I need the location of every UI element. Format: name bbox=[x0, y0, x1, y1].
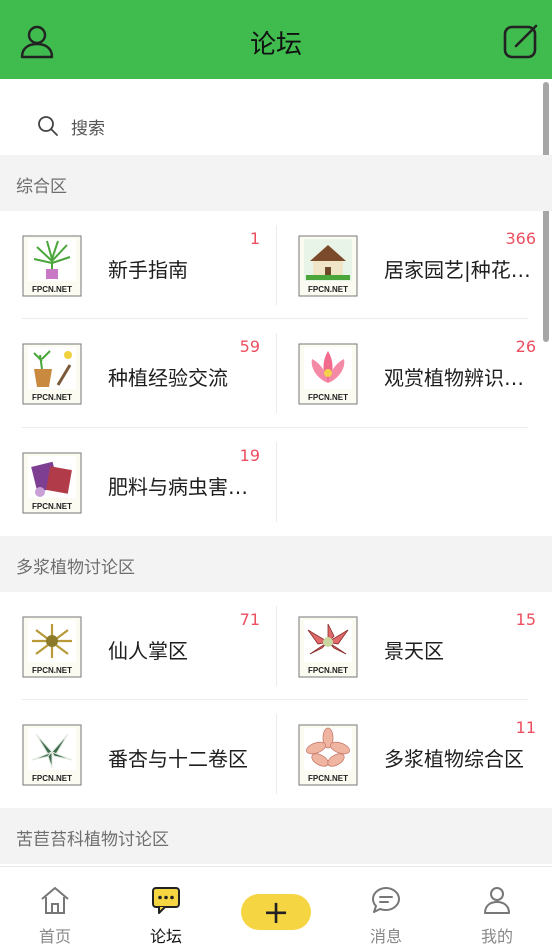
section-title: 多浆植物讨论区 bbox=[16, 558, 135, 578]
section-title: 苦苣苔科植物讨论区 bbox=[16, 830, 169, 850]
forum-thumb: FPCN.NET bbox=[22, 452, 82, 514]
section-header-succulents: 多浆植物讨论区 bbox=[0, 536, 552, 592]
forum-icon bbox=[152, 887, 180, 914]
post-count: 15 bbox=[515, 610, 536, 629]
svg-text:FPCN.NET: FPCN.NET bbox=[308, 393, 348, 402]
section-title: 综合区 bbox=[16, 177, 67, 197]
edit-icon[interactable] bbox=[502, 22, 540, 60]
forum-thumb: FPCN.NET bbox=[22, 616, 82, 678]
tab-label: 消息 bbox=[369, 927, 402, 946]
svg-text:FPCN.NET: FPCN.NET bbox=[32, 666, 72, 675]
post-count: 11 bbox=[515, 718, 536, 737]
forum-item-newbie-guide[interactable]: FPCN.NET 新手指南 1 bbox=[0, 211, 276, 319]
svg-text:FPCN.NET: FPCN.NET bbox=[308, 666, 348, 675]
forum-name: 肥料与病虫害… bbox=[108, 475, 248, 499]
tab-messages[interactable]: 消息 bbox=[346, 867, 426, 951]
post-count: 26 bbox=[515, 337, 536, 356]
tab-label: 我的 bbox=[480, 927, 513, 946]
column-divider bbox=[276, 225, 277, 305]
search-bar[interactable]: 搜索 bbox=[0, 95, 552, 155]
forum-thumb: FPCN.NET bbox=[298, 616, 358, 678]
tab-home[interactable]: 首页 bbox=[15, 867, 95, 951]
forum-name: 番杏与十二卷区 bbox=[108, 747, 248, 771]
section-header-general: 综合区 bbox=[0, 155, 552, 211]
svg-text:FPCN.NET: FPCN.NET bbox=[32, 393, 72, 402]
forum-item-aizoaceae-haworthia[interactable]: FPCN.NET 番杏与十二卷区 bbox=[0, 700, 276, 808]
message-icon bbox=[372, 887, 400, 913]
forum-item-plant-identification[interactable]: FPCN.NET 观赏植物辨识… 26 bbox=[276, 319, 552, 427]
forum-item-crassulaceae[interactable]: FPCN.NET 景天区 15 bbox=[276, 592, 552, 700]
tab-label: 首页 bbox=[38, 927, 71, 946]
forum-thumb: FPCN.NET bbox=[298, 724, 358, 786]
forum-name: 种植经验交流 bbox=[108, 366, 228, 390]
forum-item-home-gardening[interactable]: FPCN.NET 居家园艺|种花… 366 bbox=[276, 211, 552, 319]
forum-thumb: FPCN.NET bbox=[22, 343, 82, 405]
forum-name: 多浆植物综合区 bbox=[384, 747, 524, 771]
app-header: 论坛 bbox=[0, 0, 552, 79]
new-post-button[interactable]: + bbox=[241, 893, 311, 931]
svg-text:FPCN.NET: FPCN.NET bbox=[308, 285, 348, 294]
column-divider bbox=[276, 333, 277, 413]
forum-thumb: FPCN.NET bbox=[22, 235, 82, 297]
svg-text:FPCN.NET: FPCN.NET bbox=[32, 285, 72, 294]
forum-item-succulent-general[interactable]: FPCN.NET 多浆植物综合区 11 bbox=[276, 700, 552, 808]
tab-forum[interactable]: 论坛 bbox=[126, 867, 206, 951]
forum-item-fertilizer-pests[interactable]: FPCN.NET 肥料与病虫害… 19 bbox=[0, 428, 276, 536]
forum-name: 景天区 bbox=[384, 639, 444, 663]
tab-label: 论坛 bbox=[149, 927, 182, 946]
plus-icon: + bbox=[262, 893, 290, 931]
post-count: 1 bbox=[249, 229, 260, 248]
svg-text:FPCN.NET: FPCN.NET bbox=[32, 774, 72, 783]
forum-name: 仙人掌区 bbox=[108, 639, 188, 663]
profile-icon bbox=[484, 887, 510, 914]
post-count: 71 bbox=[239, 610, 260, 629]
forum-item-cactus[interactable]: FPCN.NET 仙人掌区 71 bbox=[0, 592, 276, 700]
post-count: 19 bbox=[239, 446, 260, 465]
home-icon bbox=[41, 886, 69, 914]
column-divider bbox=[276, 714, 277, 794]
page-title: 论坛 bbox=[249, 30, 302, 60]
svg-text:FPCN.NET: FPCN.NET bbox=[308, 774, 348, 783]
forum-item-planting-experience[interactable]: FPCN.NET 种植经验交流 59 bbox=[0, 319, 276, 427]
search-icon bbox=[38, 116, 58, 136]
tab-profile[interactable]: 我的 bbox=[457, 867, 537, 951]
post-count: 366 bbox=[505, 229, 536, 248]
search-placeholder: 搜索 bbox=[71, 119, 105, 139]
bottom-tab-bar: 首页 论坛 + 消息 我的 bbox=[0, 866, 552, 951]
forum-name: 居家园艺|种花… bbox=[384, 258, 531, 282]
column-divider bbox=[276, 442, 277, 522]
forum-name: 观赏植物辨识… bbox=[384, 366, 524, 390]
forum-thumb: FPCN.NET bbox=[298, 235, 358, 297]
post-count: 59 bbox=[239, 337, 260, 356]
section-header-gesneriads: 苦苣苔科植物讨论区 bbox=[0, 808, 552, 864]
forum-thumb: FPCN.NET bbox=[22, 724, 82, 786]
forum-thumb: FPCN.NET bbox=[298, 343, 358, 405]
column-divider bbox=[276, 606, 277, 686]
forum-name: 新手指南 bbox=[108, 258, 188, 282]
svg-text:FPCN.NET: FPCN.NET bbox=[32, 502, 72, 511]
